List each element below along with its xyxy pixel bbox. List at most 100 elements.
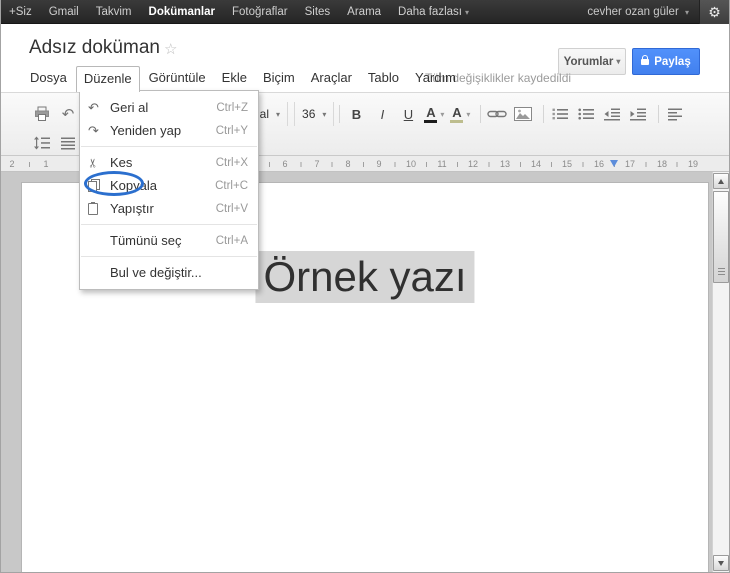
topbar-link-dokumanlar[interactable]: Dokümanlar bbox=[149, 6, 215, 18]
ruler-number: 7 bbox=[314, 159, 320, 169]
insert-image-button[interactable] bbox=[512, 102, 534, 126]
share-button[interactable]: Paylaş bbox=[632, 48, 700, 75]
ruler-number: 8 bbox=[345, 159, 351, 169]
numbered-list-icon bbox=[552, 108, 569, 120]
text-color-letter: A bbox=[426, 104, 436, 120]
gear-icon: ⚙ bbox=[708, 3, 721, 20]
menu-separator bbox=[81, 224, 257, 225]
copy-icon bbox=[88, 179, 110, 192]
underline-icon: U bbox=[403, 106, 414, 122]
ruler-number: 13 bbox=[499, 159, 511, 169]
ruler-number: 18 bbox=[656, 159, 668, 169]
topbar-link-fotograflar[interactable]: Fotoğraflar bbox=[232, 6, 288, 18]
app-window: +Siz Gmail Takvim Dokümanlar Fotoğraflar… bbox=[0, 0, 730, 573]
caret-down-icon: ▾ bbox=[440, 109, 445, 119]
ruler-number: 11 bbox=[437, 159, 447, 169]
edit-menu: ↶ Geri al Ctrl+Z ↷ Yeniden yap Ctrl+Y ✂ … bbox=[79, 90, 259, 290]
topbar-link-takvim[interactable]: Takvim bbox=[96, 6, 132, 18]
menu-separator bbox=[81, 146, 257, 147]
menu-item-label: Bul ve değiştir... bbox=[110, 265, 202, 280]
menu-item-kes[interactable]: ✂ Kes Ctrl+X bbox=[80, 151, 258, 174]
menu-item-label: Yapıştır bbox=[110, 201, 154, 216]
topbar-link-daha-fazlasi[interactable]: Daha fazlası ▾ bbox=[398, 6, 469, 18]
topbar-link-siz[interactable]: +Siz bbox=[9, 6, 32, 18]
menu-item-bul-ve-degistir[interactable]: Bul ve değiştir... bbox=[80, 261, 258, 284]
cut-icon: ✂ bbox=[86, 157, 101, 168]
scroll-up-button[interactable] bbox=[713, 173, 729, 189]
text-color-icon: A bbox=[424, 104, 438, 123]
text-color-button[interactable]: A ▾ bbox=[423, 102, 445, 126]
menu-item-label: Kes bbox=[110, 155, 133, 170]
scroll-down-button[interactable] bbox=[713, 555, 729, 571]
indent-icon bbox=[630, 108, 647, 121]
undo-button[interactable]: ↶ bbox=[57, 102, 79, 126]
menu-item-yeniden-yap[interactable]: ↷ Yeniden yap Ctrl+Y bbox=[80, 119, 258, 142]
topbar-link-gmail[interactable]: Gmail bbox=[49, 6, 79, 18]
document-title[interactable]: Adsız doküman bbox=[29, 37, 160, 59]
menu-item-kopyala[interactable]: Kopyala Ctrl+C bbox=[80, 174, 258, 197]
insert-link-button[interactable] bbox=[486, 102, 508, 126]
bold-button[interactable]: B bbox=[345, 102, 367, 126]
star-icon[interactable]: ☆ bbox=[164, 40, 177, 58]
italic-button[interactable]: I bbox=[371, 102, 393, 126]
menu-item-label: Geri al bbox=[110, 100, 149, 115]
ruler-number: 17 bbox=[624, 159, 636, 169]
menu-yardim[interactable]: Yardım bbox=[408, 66, 463, 90]
highlight-bar bbox=[450, 119, 464, 123]
scrollbar-thumb[interactable] bbox=[713, 191, 729, 283]
topbar-link-arama[interactable]: Arama bbox=[347, 6, 381, 18]
menu-item-yapistir[interactable]: Yapıştır Ctrl+V bbox=[80, 197, 258, 220]
scrollbar-grip-icon bbox=[718, 268, 725, 275]
menu-item-tumunu-sec[interactable]: Tümünü seç Ctrl+A bbox=[80, 229, 258, 252]
link-icon bbox=[487, 110, 508, 118]
menu-item-shortcut: Ctrl+X bbox=[215, 156, 248, 169]
highlight-icon: A bbox=[450, 104, 464, 123]
font-size-select[interactable]: 36 ▾ bbox=[294, 102, 335, 126]
share-label: Paylaş bbox=[654, 55, 691, 68]
settings-gear-button[interactable]: ⚙ bbox=[699, 0, 729, 24]
justify-button[interactable] bbox=[57, 131, 79, 155]
bold-icon: B bbox=[351, 106, 362, 122]
scroll-down-icon bbox=[718, 560, 724, 566]
ruler-number: 14 bbox=[530, 159, 542, 169]
menu-dosya[interactable]: Dosya bbox=[23, 66, 74, 90]
menu-duzenle[interactable]: Düzenle bbox=[75, 66, 140, 92]
indent-button[interactable] bbox=[627, 102, 649, 126]
align-button[interactable] bbox=[664, 102, 686, 126]
toolbar-separator bbox=[339, 105, 341, 123]
ruler-number: 10 bbox=[405, 159, 417, 169]
menu-goruntule[interactable]: Görüntüle bbox=[142, 66, 213, 90]
outdent-icon bbox=[604, 108, 621, 121]
menu-bicim[interactable]: Biçim bbox=[256, 66, 302, 90]
bulleted-list-button[interactable] bbox=[575, 102, 597, 126]
toolbar-separator bbox=[480, 105, 482, 123]
highlight-color-button[interactable]: A ▾ bbox=[449, 102, 471, 126]
account-menu[interactable]: cevher ozan güler ▾ bbox=[587, 6, 689, 18]
menu-item-shortcut: Ctrl+Z bbox=[216, 101, 248, 114]
numbered-list-button[interactable] bbox=[549, 102, 571, 126]
line-spacing-button[interactable] bbox=[31, 131, 53, 155]
highlight-letter: A bbox=[452, 104, 462, 120]
margin-marker-icon[interactable] bbox=[610, 160, 618, 167]
menu-tablo[interactable]: Tablo bbox=[361, 66, 406, 90]
menu-ekle[interactable]: Ekle bbox=[215, 66, 254, 90]
menu-item-label: Yeniden yap bbox=[110, 123, 182, 138]
bulleted-list-icon bbox=[578, 108, 595, 120]
scroll-up-icon bbox=[718, 178, 724, 184]
ruler-number: 15 bbox=[561, 159, 573, 169]
account-name: cevher ozan güler bbox=[587, 5, 679, 18]
menu-araclar[interactable]: Araçlar bbox=[304, 66, 359, 90]
topbar-link-sites[interactable]: Sites bbox=[305, 6, 331, 18]
print-button[interactable] bbox=[31, 102, 53, 126]
ruler-number: 2 bbox=[9, 159, 15, 169]
underline-button[interactable]: U bbox=[397, 102, 419, 126]
ruler-number: 19 bbox=[687, 159, 699, 169]
outdent-button[interactable] bbox=[601, 102, 623, 126]
document-text: Örnek yazı bbox=[255, 251, 475, 303]
menu-item-label: Kopyala bbox=[110, 178, 157, 193]
scrollbar[interactable] bbox=[712, 172, 729, 572]
menu-item-geri-al[interactable]: ↶ Geri al Ctrl+Z bbox=[80, 96, 258, 119]
ruler-number: 9 bbox=[376, 159, 382, 169]
redo-icon: ↷ bbox=[88, 123, 99, 138]
caret-down-icon: ▾ bbox=[322, 109, 327, 119]
